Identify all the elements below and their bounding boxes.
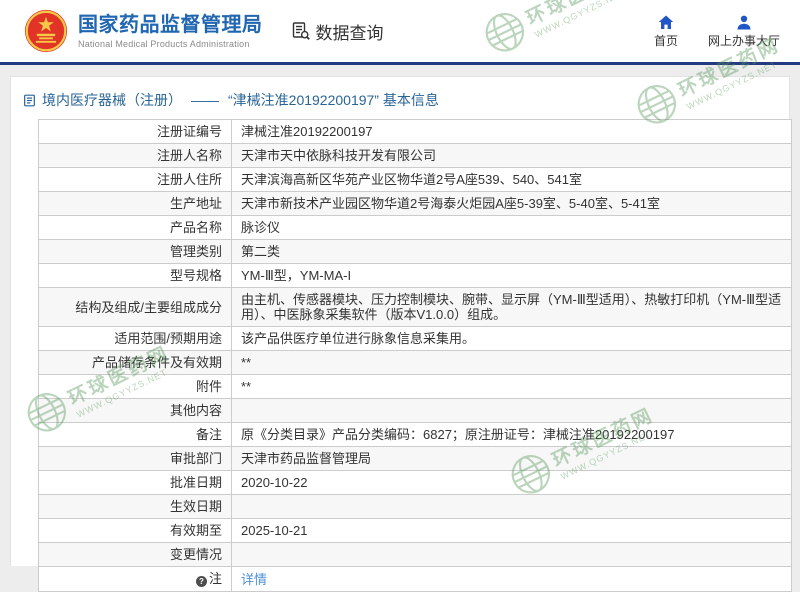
home-icon <box>658 15 674 34</box>
nav-home-label: 首页 <box>653 33 678 48</box>
agency-name-zh: 国家药品监督管理局 <box>78 13 263 36</box>
table-row: 注册人住所 天津滨海高新区华苑产业区物华道2号A座539、540、541室 <box>38 167 792 192</box>
row-label: 批准日期 <box>38 470 232 495</box>
table-row: 生产地址 天津市新技术产业园区物华道2号海泰火炬园A座5-39室、5-40室、5-… <box>38 191 792 216</box>
row-label: 注册人名称 <box>38 143 232 168</box>
table-row: 注册证编号 津械注准20192200197 <box>38 119 792 144</box>
row-value: 脉诊仪 <box>231 215 792 240</box>
row-label: 生产地址 <box>38 191 232 216</box>
breadcrumb: 境内医疗器械（注册） —— “津械注准20192200197” 基本信息 <box>11 77 789 119</box>
row-value: 天津市药品监督管理局 <box>231 446 792 471</box>
header-nav: 首页 网上办事大厅 <box>654 15 780 48</box>
row-value: 由主机、传感器模块、压力控制模块、腕带、显示屏（YM-Ⅲ型适用）、热敏打印机（Y… <box>231 287 792 327</box>
nav-hall-label: 网上办事大厅 <box>707 33 780 48</box>
row-value: 2025-10-21 <box>231 518 792 543</box>
row-label: 产品储存条件及有效期 <box>38 350 232 375</box>
table-row: 产品储存条件及有效期 ** <box>38 350 792 375</box>
table-row: 其他内容 <box>38 398 792 423</box>
info-table-body: 注册证编号 津械注准20192200197 注册人名称 天津市天中依脉科技开发有限公司… <box>38 119 792 592</box>
table-row: 型号规格 YM-Ⅲ型，YM-MA-I <box>38 263 792 288</box>
nav-service-hall[interactable]: 网上办事大厅 <box>708 15 780 48</box>
row-label: 其他内容 <box>38 398 232 423</box>
site-header: 国家药品监督管理局 National Medical Products Admi… <box>0 0 800 62</box>
row-label: 产品名称 <box>38 215 232 240</box>
nav-home[interactable]: 首页 <box>654 15 678 48</box>
row-value: 天津滨海高新区华苑产业区物华道2号A座539、540、541室 <box>231 167 792 192</box>
table-row: 管理类别 第二类 <box>38 239 792 264</box>
breadcrumb-separator: —— <box>191 92 219 108</box>
table-row: 产品名称 脉诊仪 <box>38 215 792 240</box>
info-table: 注册证编号 津械注准20192200197 注册人名称 天津市天中依脉科技开发有限公司… <box>38 119 792 592</box>
table-row: 批准日期 2020-10-22 <box>38 470 792 495</box>
table-row: 生效日期 <box>38 494 792 519</box>
form-icon <box>23 94 36 107</box>
breadcrumb-section[interactable]: 境内医疗器械（注册） <box>42 90 182 110</box>
row-value <box>231 542 792 567</box>
table-row: 附件 ** <box>38 374 792 399</box>
national-emblem-icon <box>24 9 68 53</box>
table-row: 变更情况 <box>38 542 792 567</box>
row-value: 津械注准20192200197 <box>231 119 792 144</box>
row-label: 注册证编号 <box>38 119 232 144</box>
row-value: 2020-10-22 <box>231 470 792 495</box>
row-label: 适用范围/预期用途 <box>38 326 232 351</box>
row-value: 天津市天中依脉科技开发有限公司 <box>231 143 792 168</box>
row-label: 备注 <box>38 422 232 447</box>
row-label: 注册人住所 <box>38 167 232 192</box>
table-row: 备注 原《分类目录》产品分类编码：6827；原注册证号：津械注准201922001… <box>38 422 792 447</box>
row-value: 天津市新技术产业园区物华道2号海泰火炬园A座5-39室、5-40室、5-41室 <box>231 191 792 216</box>
page-title: “津械注准20192200197” 基本信息 <box>228 92 439 108</box>
row-value: 该产品供医疗单位进行脉象信息采集用。 <box>231 326 792 351</box>
row-label: 附件 <box>38 374 232 399</box>
agency-logo-group: 国家药品监督管理局 National Medical Products Admi… <box>24 9 263 53</box>
table-row: ? 注详情 <box>38 566 792 592</box>
row-value <box>231 398 792 423</box>
header-divider-bar <box>0 62 800 65</box>
row-value: 详情 <box>231 566 792 592</box>
row-label: 变更情况 <box>38 542 232 567</box>
data-query-label: 数据查询 <box>315 23 384 43</box>
note-icon: ? <box>195 576 207 587</box>
table-row: 结构及组成/主要组成成分 由主机、传感器模块、压力控制模块、腕带、显示屏（YM-Ⅲ… <box>38 287 792 327</box>
table-row: 适用范围/预期用途 该产品供医疗单位进行脉象信息采集用。 <box>38 326 792 351</box>
table-row: 有效期至 2025-10-21 <box>38 518 792 543</box>
row-label: 管理类别 <box>38 239 232 264</box>
detail-link[interactable]: 详情 <box>241 572 267 587</box>
row-value <box>231 494 792 519</box>
data-query-section[interactable]: 数据查询 <box>291 19 384 44</box>
row-label: 审批部门 <box>38 446 232 471</box>
row-label: 型号规格 <box>38 263 232 288</box>
person-icon <box>736 15 752 34</box>
agency-name-en: National Medical Products Administration <box>78 38 250 49</box>
table-row: 审批部门 天津市药品监督管理局 <box>38 446 792 471</box>
row-label: 生效日期 <box>38 494 232 519</box>
page-content: 境内医疗器械（注册） —— “津械注准20192200197” 基本信息 注册证… <box>0 65 800 592</box>
table-row: 注册人名称 天津市天中依脉科技开发有限公司 <box>38 143 792 168</box>
row-label: ? 注 <box>38 566 232 592</box>
row-label: 结构及组成/主要组成成分 <box>38 287 232 327</box>
row-value: ** <box>231 374 792 399</box>
row-value: 第二类 <box>231 239 792 264</box>
row-value: YM-Ⅲ型，YM-MA-I <box>231 263 792 288</box>
document-search-icon <box>291 21 311 41</box>
row-label: 有效期至 <box>38 518 232 543</box>
content-panel: 境内医疗器械（注册） —— “津械注准20192200197” 基本信息 注册证… <box>10 76 792 592</box>
row-value: ** <box>231 350 792 375</box>
row-value: 原《分类目录》产品分类编码：6827；原注册证号：津械注准20192200197 <box>231 422 792 447</box>
